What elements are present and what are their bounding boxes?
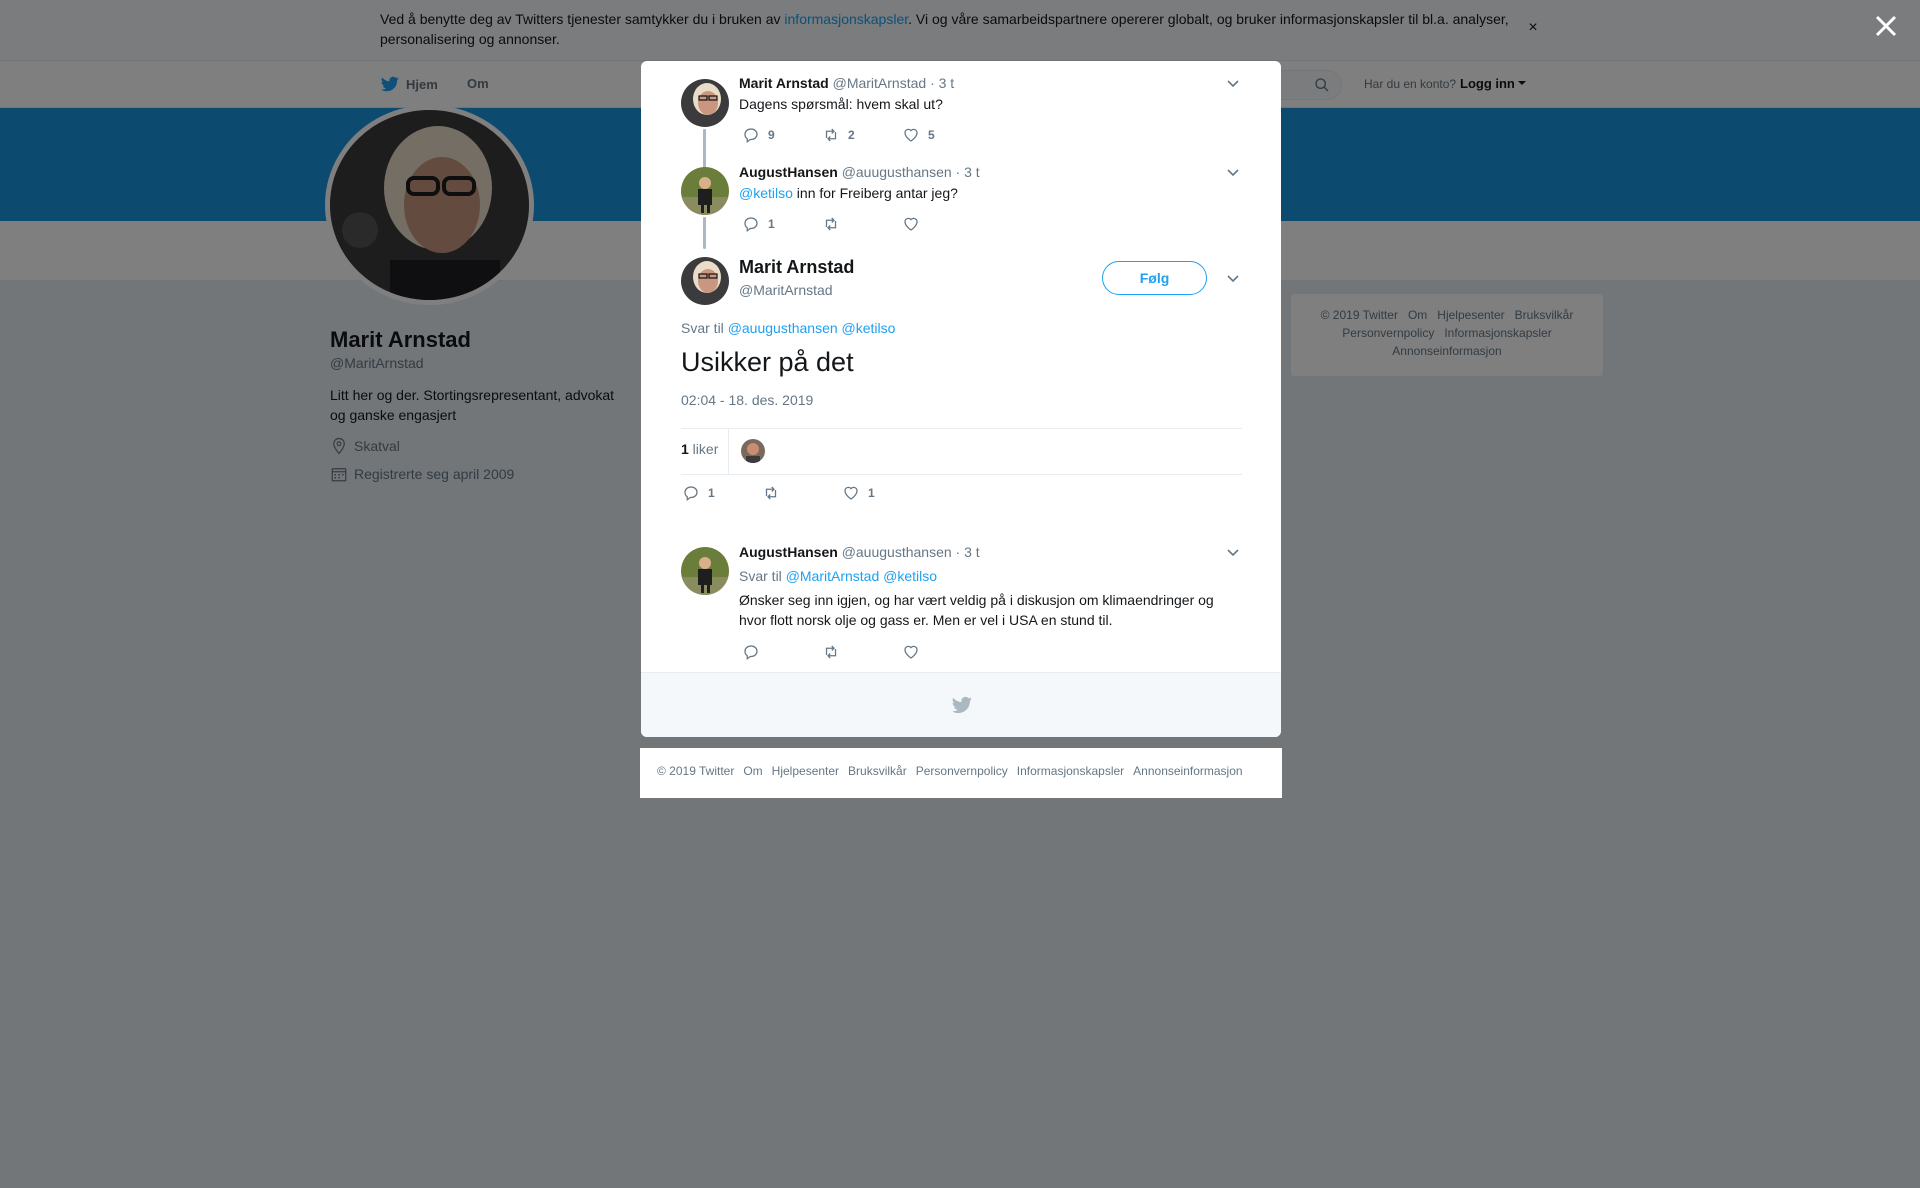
mention-link[interactable]: @ketilso: [739, 185, 793, 201]
follow-button[interactable]: Følg: [1102, 261, 1207, 295]
tweet-header: AugustHansen @auugusthansen · 3 t: [739, 164, 980, 180]
reply-icon: [684, 486, 698, 502]
tweet-actions: 9 2 5: [742, 126, 982, 144]
like-count: 1: [868, 486, 875, 500]
modal-bottom-footer: © 2019 Twitter Om Hjelpesenter Bruksvilkår P…: [640, 748, 1282, 798]
reply-context: Svar til @MaritArnstad @ketilso: [739, 566, 937, 586]
likes-stat[interactable]: 1 liker: [681, 441, 718, 457]
like-count: 5: [928, 128, 935, 142]
mention-link[interactable]: @MaritArnstad @ketilso: [786, 568, 937, 584]
chevron-down-icon[interactable]: [1226, 79, 1240, 89]
avatar[interactable]: [681, 547, 729, 595]
avatar-photo: [681, 167, 729, 215]
heart-icon: [904, 217, 918, 231]
tweet-time[interactable]: · 3 t: [956, 164, 980, 180]
mention-link[interactable]: @auugusthansen @ketilso: [728, 320, 896, 336]
tweet-text: Ønsker seg inn igjen, og har vært veldig…: [739, 592, 1214, 628]
retweet-icon: [825, 645, 837, 659]
avatar[interactable]: [681, 167, 729, 215]
tweet-actions: [742, 643, 982, 661]
thread-connector: [703, 129, 706, 171]
tweet-body: inn for Freiberg antar jeg?: [792, 185, 958, 201]
reply-button[interactable]: 1: [742, 215, 822, 233]
tweet-text: Dagens spørsmål: hvem skal ut?: [739, 96, 943, 112]
reply-button[interactable]: 1: [682, 484, 762, 502]
reply-button[interactable]: [742, 643, 822, 661]
avatar-photo: [741, 439, 765, 463]
reply-count: 1: [708, 486, 715, 500]
retweet-icon: [825, 128, 837, 142]
tweet-header: Marit Arnstad @MaritArnstad · 3 t: [739, 75, 954, 91]
main-tweet-author-handle[interactable]: @MaritArnstad: [739, 282, 833, 298]
footer-link-privacy[interactable]: Personvernpolicy: [916, 764, 1008, 778]
chevron-down-icon[interactable]: [1226, 274, 1240, 284]
tweet-author-handle[interactable]: @auugusthansen: [842, 544, 952, 560]
avatar[interactable]: [681, 257, 729, 305]
reply-button[interactable]: 9: [742, 126, 822, 144]
reply-count: 9: [768, 128, 775, 142]
footer-link-about[interactable]: Om: [743, 764, 762, 778]
avatar-photo: [681, 79, 729, 127]
close-icon[interactable]: [1870, 10, 1902, 42]
like-button[interactable]: [902, 643, 982, 661]
stats-divider: [728, 429, 729, 474]
like-button[interactable]: 5: [902, 126, 982, 144]
avatar[interactable]: [681, 79, 729, 127]
tweet-actions: 1: [742, 215, 982, 233]
like-button[interactable]: [902, 215, 982, 233]
main-tweet-timestamp[interactable]: 02:04 - 18. des. 2019: [681, 392, 813, 408]
retweet-button[interactable]: [762, 484, 842, 502]
modal-footer: [641, 672, 1281, 737]
reply-icon: [744, 645, 758, 661]
main-tweet-text: Usikker på det: [681, 347, 854, 377]
likes-stat-label: liker: [688, 441, 719, 457]
chevron-down-icon[interactable]: [1226, 168, 1240, 178]
liker-avatar[interactable]: [741, 439, 765, 463]
retweet-button[interactable]: [822, 643, 902, 661]
avatar-photo: [681, 547, 729, 595]
like-button[interactable]: 1: [842, 484, 922, 502]
retweet-button[interactable]: [822, 215, 902, 233]
footer-link-cookies[interactable]: Informasjonskapsler: [1017, 764, 1124, 778]
reply-context: Svar til @auugusthansen @ketilso: [681, 320, 895, 336]
heart-icon: [904, 128, 918, 142]
footer-copyright: © 2019 Twitter: [657, 764, 735, 778]
main-tweet-actions: 1 1: [682, 484, 922, 502]
retweet-icon: [825, 217, 837, 231]
tweet-modal: Marit Arnstad @MaritArnstad · 3 t Dagens…: [641, 61, 1281, 737]
tweet-author-name[interactable]: AugustHansen: [739, 164, 838, 180]
retweet-icon: [765, 486, 777, 500]
avatar-photo: [681, 257, 729, 305]
reply-icon: [744, 128, 758, 144]
tweet-author-name[interactable]: AugustHansen: [739, 544, 838, 560]
heart-icon: [904, 645, 918, 659]
reply-prefix: Svar til: [739, 568, 786, 584]
tweet-time[interactable]: · 3 t: [956, 544, 980, 560]
tweet-header: AugustHansen @auugusthansen · 3 t: [739, 544, 980, 560]
reply-count: 1: [768, 217, 775, 231]
retweet-button[interactable]: 2: [822, 126, 902, 144]
footer-link-help[interactable]: Hjelpesenter: [772, 764, 839, 778]
reply-prefix: Svar til: [681, 320, 728, 336]
tweet-author-handle[interactable]: @MaritArnstad: [833, 75, 927, 91]
heart-icon: [844, 486, 858, 500]
reply-icon: [744, 217, 758, 233]
tweet-stats: 1 liker: [681, 428, 1242, 475]
main-tweet-author-name[interactable]: Marit Arnstad: [739, 257, 854, 278]
twitter-bird-icon: [952, 696, 972, 714]
tweet-author-handle[interactable]: @auugusthansen: [842, 164, 952, 180]
thread-connector: [703, 217, 706, 249]
likes-stat-number: 1: [681, 441, 689, 457]
tweet-time[interactable]: · 3 t: [930, 75, 954, 91]
retweet-count: 2: [848, 128, 855, 142]
chevron-down-icon[interactable]: [1226, 548, 1240, 558]
tweet-text: @ketilso inn for Freiberg antar jeg?: [739, 183, 958, 203]
footer-link-terms[interactable]: Bruksvilkår: [848, 764, 907, 778]
tweet-author-name[interactable]: Marit Arnstad: [739, 75, 829, 91]
footer-link-ads[interactable]: Annonseinformasjon: [1133, 764, 1242, 778]
